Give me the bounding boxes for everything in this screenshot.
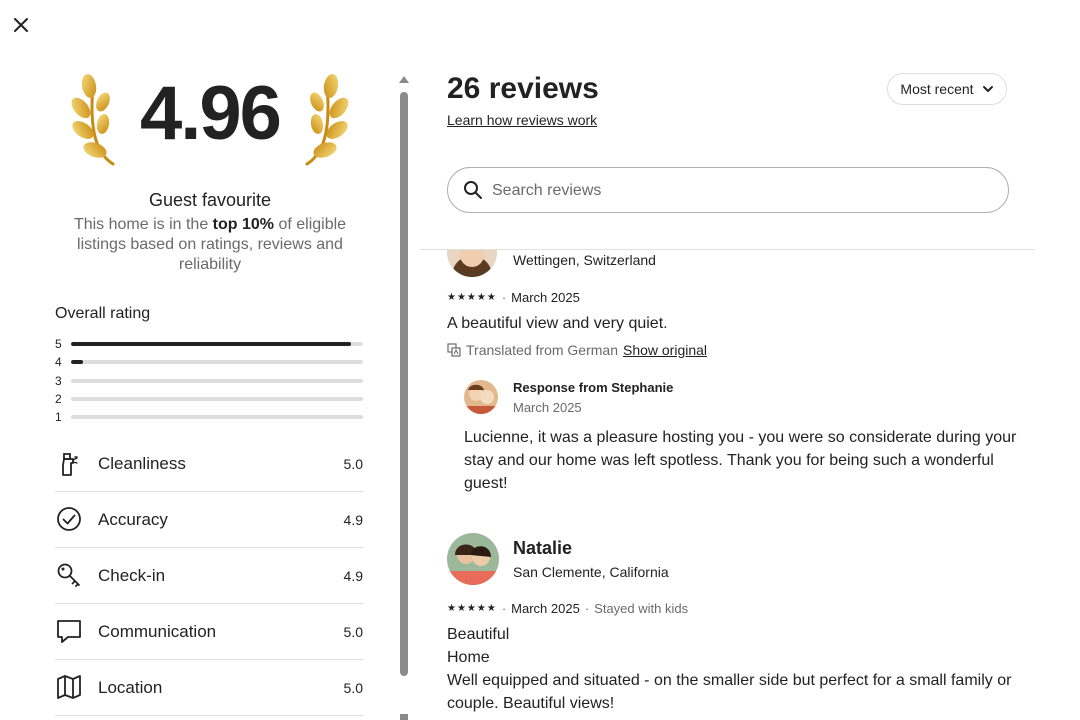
rating-bar-3: 3 — [55, 374, 363, 392]
rating-bar-label: 5 — [55, 337, 62, 351]
reviews-title: 26 reviews — [447, 72, 599, 105]
close-icon — [14, 18, 28, 32]
translate-icon — [447, 343, 461, 357]
star-rating: ★★★★★ — [447, 603, 497, 614]
rating-bar-track — [71, 415, 363, 419]
reviewer-location: Wettingen, Switzerland — [513, 252, 656, 268]
rating-bar-track — [71, 360, 363, 364]
category-score: 4.9 — [343, 568, 363, 584]
category-label: Communication — [98, 622, 217, 641]
guest-favourite-hero: 4.96 — [55, 62, 365, 172]
category-row-accuracy: Accuracy 4.9 — [55, 492, 363, 548]
reviewer-avatar[interactable] — [447, 533, 499, 585]
rating-bar-label: 4 — [55, 355, 62, 369]
chevron-down-icon — [982, 86, 993, 92]
rating-bar-fill — [71, 342, 352, 346]
laurel-right-icon — [305, 74, 349, 166]
review-text-line: Home — [447, 649, 490, 666]
scrollbar-end — [400, 714, 408, 720]
rating-bar-label: 3 — [55, 374, 62, 388]
key-icon — [57, 563, 80, 587]
review-list[interactable]: Wettingen, Switzerland ★★★★★ · March 202… — [420, 250, 1060, 720]
scroll-up-arrow-icon[interactable] — [398, 74, 410, 84]
close-button[interactable] — [8, 12, 34, 38]
badge-desc-pre: This home is in the — [73, 216, 213, 233]
category-label: Location — [98, 678, 163, 697]
response-text: Lucienne, it was a pleasure hosting you … — [464, 429, 1017, 492]
review-text: A beautiful view and very quiet. — [447, 315, 668, 332]
reviewer-name: Natalie — [513, 538, 573, 558]
category-label: Accuracy — [98, 510, 168, 529]
show-original-link[interactable]: Show original — [623, 342, 707, 358]
search-reviews-input[interactable] — [490, 176, 994, 206]
star-rating: ★★★★★ — [447, 292, 497, 303]
review-date: March 2025 — [511, 601, 580, 616]
translation-note: Translated from German Show original — [447, 342, 707, 358]
badge-title: Guest favourite — [148, 190, 272, 210]
learn-how-reviews-work-link[interactable]: Learn how reviews work — [447, 112, 597, 128]
overall-rating-title: Overall rating — [55, 305, 151, 322]
separator-dot: · — [584, 601, 590, 616]
rating-bar-label: 1 — [55, 410, 62, 424]
map-icon — [57, 675, 81, 699]
scrollbar-thumb[interactable] — [400, 92, 408, 676]
category-score: 4.9 — [343, 512, 363, 528]
sort-label: Most recent — [900, 81, 974, 97]
category-score: 5.0 — [343, 680, 363, 696]
reviewer-avatar[interactable] — [447, 250, 497, 277]
review-date: March 2025 — [511, 290, 580, 305]
rating-bar-5: 5 — [55, 337, 363, 355]
rating-bar-1: 1 — [55, 410, 363, 428]
translated-from-text: Translated from German — [466, 342, 618, 358]
sort-dropdown[interactable]: Most recent — [887, 73, 1007, 105]
reviewer-photo — [447, 250, 497, 277]
badge-desc-bold: top 10% — [212, 216, 275, 233]
review-text-line: Well equipped and situated - on the smal… — [447, 672, 1012, 712]
category-label: Cleanliness — [98, 454, 186, 473]
rating-bar-track — [71, 342, 363, 346]
category-row-cleanliness: Cleanliness 5.0 — [55, 436, 363, 492]
stay-type: Stayed with kids — [594, 601, 689, 616]
review-meta: ★★★★★ · March 2025 — [447, 290, 580, 305]
category-label: Check-in — [98, 566, 166, 585]
review-meta: ★★★★★ · March 2025 · Stayed with kids — [447, 601, 688, 616]
category-row-check-in: Check-in 4.9 — [55, 548, 363, 604]
rating-bar-track — [71, 397, 363, 401]
category-row-location: Location 5.0 — [55, 660, 363, 716]
response-date: March 2025 — [513, 400, 582, 415]
category-row-communication: Communication 5.0 — [55, 604, 363, 660]
rating-bar-fill — [71, 360, 83, 364]
reviewer-photo — [447, 533, 499, 585]
separator-dot: · — [501, 290, 507, 305]
badge-description: This home is in the top 10% of eligible … — [70, 215, 350, 275]
search-reviews-box[interactable] — [447, 167, 1009, 213]
rating-bar-2: 2 — [55, 392, 363, 410]
response-from: Response from Stephanie — [513, 380, 674, 395]
category-score: 5.0 — [343, 456, 363, 472]
separator-dot: · — [501, 601, 507, 616]
reviewer-location: San Clemente, California — [513, 564, 669, 580]
rating-bar-label: 2 — [55, 392, 62, 406]
rating-bar-track — [71, 379, 363, 383]
review-text-line: Beautiful — [447, 626, 510, 643]
search-icon — [464, 181, 482, 199]
host-avatar[interactable] — [464, 380, 498, 414]
category-score: 5.0 — [343, 624, 363, 640]
check-circle-icon — [57, 507, 81, 531]
host-photo — [464, 380, 498, 414]
spray-bottle-icon — [62, 453, 78, 476]
speech-bubble-icon — [57, 620, 81, 643]
rating-bar-4: 4 — [55, 355, 363, 373]
